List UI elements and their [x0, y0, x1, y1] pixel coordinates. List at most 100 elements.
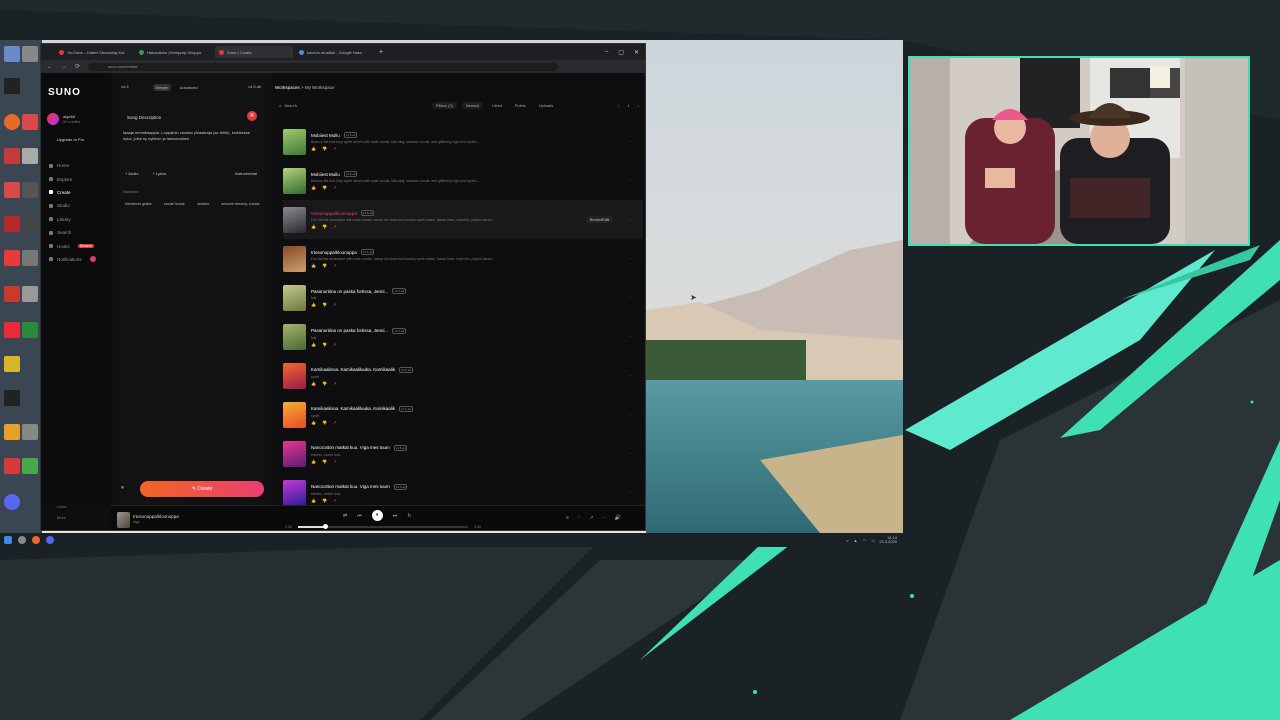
desktop-icon[interactable]: [22, 322, 38, 338]
desktop-icon[interactable]: [22, 148, 38, 164]
share-icon[interactable]: ↗: [333, 459, 336, 464]
inspiration-chip[interactable]: social house: [164, 202, 185, 206]
liked-filter[interactable]: Liked: [488, 102, 506, 109]
desktop-icon[interactable]: [4, 424, 20, 440]
inspiration-chip[interactable]: electronic guitar: [125, 202, 152, 206]
share-icon[interactable]: ↗: [333, 420, 336, 425]
more-options-icon[interactable]: ⋯: [628, 490, 633, 496]
sidebar-item-hooks[interactable]: Hooks Dreams: [49, 239, 96, 252]
song-row[interactable]: Irtosonoppa/kloonoppa v4.5-all Fun fall fl…: [283, 200, 643, 240]
desktop-icon[interactable]: [22, 458, 38, 474]
desktop-icon[interactable]: [4, 78, 20, 94]
desktop-icon[interactable]: [22, 424, 38, 440]
song-title[interactable]: Kamikaalinoa. Kamikaaliluuka. Kamikaalik: [311, 406, 395, 411]
song-title[interactable]: Pasanurtiina on paska fortissa, Jenni...: [311, 289, 388, 294]
more-options-icon[interactable]: ⋯: [628, 256, 633, 262]
back-button[interactable]: ←: [47, 64, 53, 70]
tray-icon[interactable]: ●: [846, 538, 848, 543]
version-label[interactable]: v4.5: [121, 84, 129, 91]
desktop-icon[interactable]: [22, 216, 38, 232]
workspace-search[interactable]: ⌕ Search: [279, 101, 427, 109]
like-icon[interactable]: 👍: [311, 498, 316, 503]
browser-tab[interactable]: YouTube – Kalevi Streaming Kot: [55, 46, 133, 58]
dislike-icon[interactable]: 👎: [322, 224, 327, 229]
desktop-icon[interactable]: [4, 46, 20, 62]
song-row[interactable]: Mobiiest Mullu v4.5-all Bouncy flat kick l…: [283, 122, 643, 161]
model-select[interactable]: v4.5-all: [248, 84, 261, 91]
discord-taskbar-icon[interactable]: [46, 536, 54, 544]
desktop-icon[interactable]: [4, 322, 20, 338]
page-next-button[interactable]: ›: [638, 103, 639, 108]
song-cover[interactable]: [283, 206, 306, 233]
dislike-icon[interactable]: 👎: [322, 342, 327, 347]
player-title[interactable]: Irtosonoppa/kloonoppa: [133, 514, 179, 519]
like-icon[interactable]: 👍: [311, 302, 316, 307]
minimize-button[interactable]: –: [605, 49, 608, 56]
discord-icon[interactable]: [4, 494, 20, 510]
add-audio-button[interactable]: + Audio: [125, 171, 138, 176]
more-options-icon[interactable]: ⋯: [628, 412, 633, 418]
queue-icon[interactable]: ≡: [566, 515, 569, 521]
filters-button[interactable]: Filters (3): [432, 101, 457, 109]
sidebar-more[interactable]: More: [57, 512, 66, 523]
add-lyrics-button[interactable]: + Lyrics: [152, 171, 166, 176]
search-input[interactable]: Search: [284, 103, 297, 108]
song-cover[interactable]: [283, 245, 306, 272]
reload-button[interactable]: ⟳: [75, 63, 80, 70]
like-icon[interactable]: 👍: [311, 185, 316, 190]
new-tab-button[interactable]: +: [379, 49, 383, 56]
browser-tab[interactable]: Hakulokero (Hemppa) Shoppa: [135, 46, 213, 58]
maximize-button[interactable]: ▢: [618, 49, 624, 56]
sidebar-item-home[interactable]: Home: [49, 159, 96, 172]
browser-tab[interactable]: kaverin musiikki - Google Haku: [295, 46, 373, 58]
forward-button[interactable]: →: [61, 64, 67, 70]
share-icon[interactable]: ↗: [333, 381, 336, 386]
player-cover[interactable]: [117, 512, 130, 528]
desktop-icon[interactable]: [22, 182, 38, 198]
desktop-icon[interactable]: [4, 216, 20, 232]
windows-start-icon[interactable]: [4, 536, 12, 544]
wifi-icon[interactable]: ◠: [863, 538, 867, 543]
like-icon[interactable]: 👍: [311, 381, 316, 386]
song-title[interactable]: Nanocotton matkat kuu. Viga mes tuum: [311, 484, 390, 489]
song-cover[interactable]: [283, 441, 306, 468]
progress-bar[interactable]: [297, 524, 469, 530]
address-bar[interactable]: suno.com/create: [88, 62, 559, 71]
more-options-icon[interactable]: ⋯: [628, 373, 633, 379]
song-title[interactable]: Pasanurtiina on paska fortissa, Jenni...: [311, 328, 388, 333]
share-icon[interactable]: ↗: [333, 146, 336, 151]
song-row[interactable]: Mobiiest Mullu v4.5-all Bouncy flat kick l…: [283, 161, 643, 200]
desktop-icon[interactable]: [4, 286, 20, 302]
like-icon[interactable]: 👍: [311, 459, 316, 464]
create-button[interactable]: ✎ Create: [140, 481, 264, 497]
instrumental-toggle[interactable]: Instrumental: [235, 171, 257, 176]
song-row[interactable]: Pasanurtiina on paska fortissa, Jenni...…: [283, 278, 643, 317]
sidebar-item-studio[interactable]: Studio: [49, 199, 96, 212]
more-options-icon[interactable]: ⋯: [628, 295, 633, 301]
tray-icon[interactable]: ▲: [854, 538, 858, 543]
volume-tray-icon[interactable]: ◁: [871, 538, 874, 543]
more-options-icon[interactable]: ⋯: [628, 178, 633, 184]
sidebar-item-notifications[interactable]: Notifications: [49, 253, 96, 266]
desktop-icon[interactable]: [4, 250, 20, 266]
desktop-icon[interactable]: [4, 458, 20, 474]
sidebar-item-create[interactable]: Create: [49, 186, 96, 199]
sidebar-item-explore[interactable]: Explore: [49, 172, 96, 185]
taskbar-app-icon[interactable]: [18, 536, 26, 544]
dislike-icon[interactable]: 👎: [322, 420, 327, 425]
share-icon[interactable]: ↗: [333, 342, 336, 347]
song-cover[interactable]: [283, 128, 306, 155]
share-icon[interactable]: ↗: [333, 498, 336, 503]
next-icon[interactable]: ⏭: [393, 513, 398, 519]
share-icon[interactable]: ↗: [333, 185, 336, 190]
song-cover[interactable]: [283, 480, 306, 507]
dislike-icon[interactable]: 👎: [322, 381, 327, 386]
song-row[interactable]: Pasanurtiina on paska fortissa, Jenni...…: [283, 317, 643, 356]
inspiration-chip[interactable]: ukraine: [197, 202, 209, 206]
song-title[interactable]: Irtosonoppa/kloonoppa: [311, 211, 357, 216]
dislike-icon[interactable]: 👎: [322, 263, 327, 268]
close-window-button[interactable]: ✕: [634, 49, 639, 56]
inspiration-chip[interactable]: smooth dreamy vocals: [221, 202, 259, 206]
share-icon[interactable]: ↗: [333, 224, 336, 229]
firefox-icon[interactable]: [32, 536, 40, 544]
